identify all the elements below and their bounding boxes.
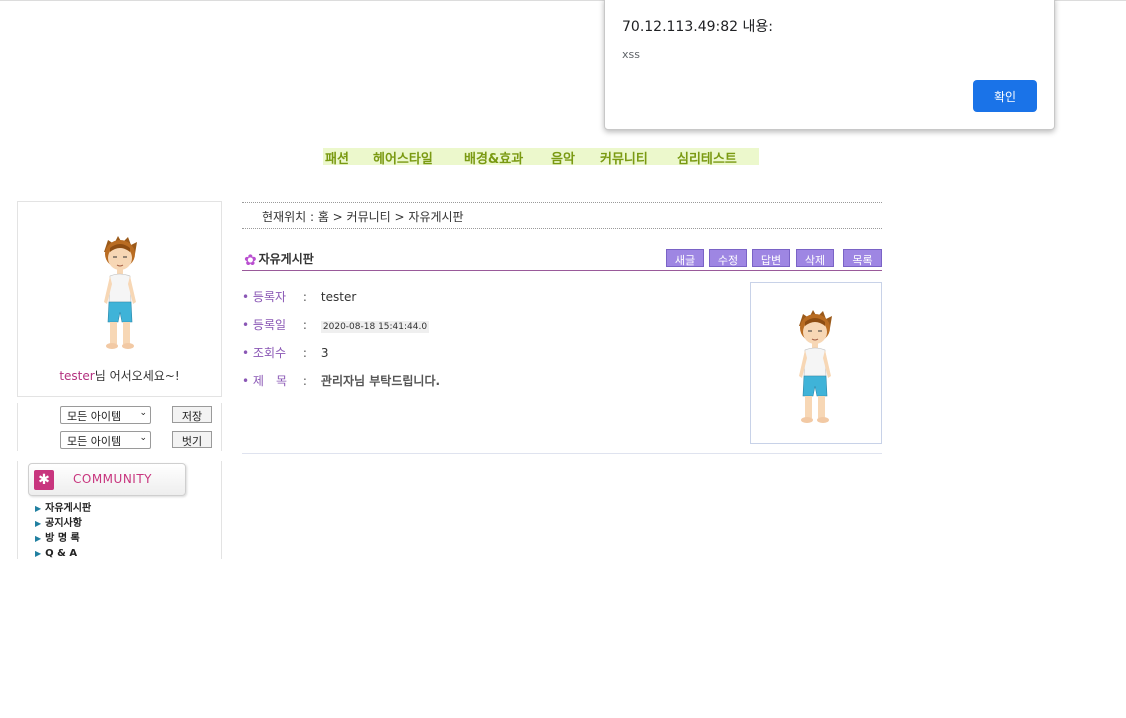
welcome-username: tester — [59, 369, 95, 383]
menu-background[interactable]: 배경&효과 — [464, 148, 523, 167]
alert-dialog: 70.12.113.49:82 내용: xss 확인 — [604, 0, 1055, 130]
menu-community[interactable]: 커뮤니티 — [600, 148, 648, 167]
save-button[interactable]: 저장 — [172, 406, 212, 423]
delete-button[interactable]: 삭제 — [796, 249, 834, 267]
menu-fashion[interactable]: 패션 — [325, 148, 349, 167]
community-banner-label: COMMUNITY — [73, 472, 152, 486]
alert-ok-button[interactable]: 확인 — [973, 80, 1037, 112]
date-value: 2020-08-18 15:41:44.0 — [320, 321, 430, 333]
community-icon: ✱ — [34, 470, 54, 490]
item-category-select-2-value: 모든 아이템 — [67, 435, 122, 448]
flower-icon: ✿ — [244, 251, 257, 269]
alert-title: 70.12.113.49:82 내용: — [622, 19, 773, 35]
reply-button[interactable]: 답변 — [752, 249, 790, 267]
subject-value: 관리자님 부탁드립니다. — [320, 374, 441, 388]
author-label: 등록자 — [252, 290, 287, 304]
list-button[interactable]: 목록 — [843, 249, 882, 267]
board-title-text: 자유게시판 — [258, 252, 314, 266]
community-banner: ✱ COMMUNITY — [28, 463, 186, 496]
community-item-free-board[interactable]: ▶ 자유게시판 — [35, 501, 91, 516]
item-category-select-2[interactable]: 모든 아이템 ⌄ — [60, 431, 151, 449]
welcome-message: tester님 어서오세요~! — [18, 367, 221, 384]
post-avatar-frame — [750, 282, 882, 444]
divider — [242, 202, 882, 203]
post-views-row: • 조회수:3 — [242, 346, 329, 360]
undress-button[interactable]: 벗기 — [172, 431, 212, 448]
post-avatar-image — [799, 310, 832, 423]
alert-message: xss — [622, 48, 640, 61]
avatar-image — [104, 236, 137, 349]
post-subject-row: • 제 목: 관리자님 부탁드립니다. — [242, 374, 441, 388]
triangle-right-icon: ▶ — [35, 549, 42, 558]
top-menu: 패션 헤어스타일 배경&효과 음악 커뮤니티 심리테스트 — [323, 148, 759, 167]
triangle-right-icon: ▶ — [35, 534, 42, 543]
post-date-row: • 등록일:2020-08-18 15:41:44.0 — [242, 318, 430, 333]
author-value: tester — [320, 290, 357, 304]
board-title: ✿ 자유게시판 — [244, 250, 314, 269]
triangle-right-icon: ▶ — [35, 504, 42, 513]
views-label: 조회수 — [252, 346, 287, 360]
content-bottom-divider — [242, 453, 882, 454]
new-post-button[interactable]: 새글 — [666, 249, 704, 267]
menu-music[interactable]: 음악 — [551, 148, 575, 167]
chevron-down-icon: ⌄ — [139, 408, 147, 418]
item-controls: 모든 아이템 ⌄ 저장 모든 아이템 ⌄ 벗기 — [17, 403, 222, 451]
views-value: 3 — [320, 346, 329, 360]
chevron-down-icon: ⌄ — [139, 433, 147, 443]
item-category-select-1[interactable]: 모든 아이템 ⌄ — [60, 406, 151, 424]
triangle-right-icon: ▶ — [35, 519, 42, 528]
subject-label: 제 목 — [252, 374, 287, 388]
community-item-qna[interactable]: ▶ Q & A — [35, 546, 91, 561]
community-item-notice[interactable]: ▶ 공지사항 — [35, 516, 91, 531]
profile-box: tester님 어서오세요~! — [17, 201, 222, 397]
menu-hairstyle[interactable]: 헤어스타일 — [373, 148, 433, 167]
date-label: 등록일 — [252, 318, 287, 332]
edit-button[interactable]: 수정 — [709, 249, 747, 267]
post-author-row: • 등록자: tester — [242, 290, 357, 304]
community-list: ▶ 자유게시판 ▶ 공지사항 ▶ 방 명 록 ▶ Q & A — [35, 501, 91, 561]
community-box: ✱ COMMUNITY ▶ 자유게시판 ▶ 공지사항 ▶ 방 명 록 ▶ Q & A — [17, 461, 222, 559]
breadcrumb: 현재위치 : 홈 > 커뮤니티 > 자유게시판 — [262, 210, 464, 224]
community-item-guestbook[interactable]: ▶ 방 명 록 — [35, 531, 91, 546]
board-divider — [242, 270, 882, 271]
divider — [242, 228, 882, 229]
menu-psych-test[interactable]: 심리테스트 — [677, 148, 737, 167]
item-category-select-1-value: 모든 아이템 — [67, 410, 122, 423]
welcome-suffix: 님 어서오세요~! — [94, 369, 180, 383]
